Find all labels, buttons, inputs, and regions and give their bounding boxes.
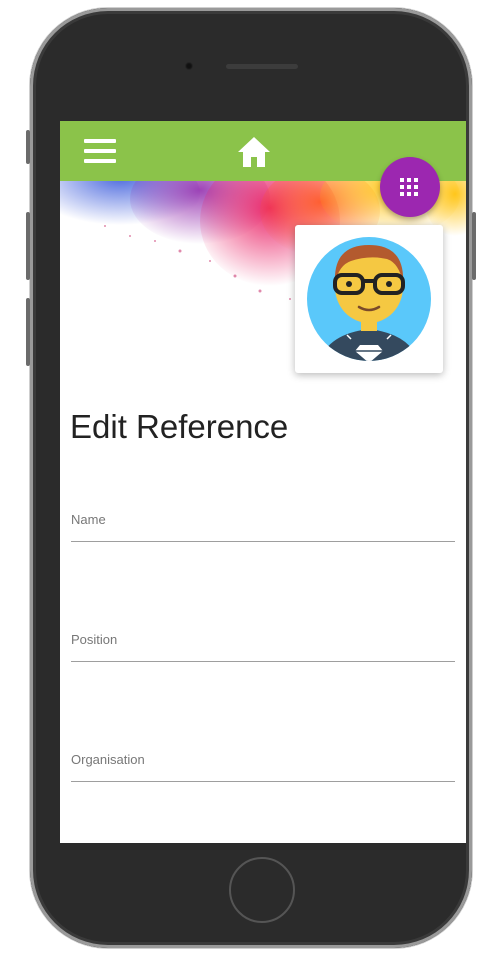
- position-field-underline: [71, 661, 455, 662]
- power-button: [472, 212, 476, 280]
- hamburger-menu-icon[interactable]: [84, 139, 116, 163]
- organisation-field[interactable]: Organisation: [71, 752, 455, 782]
- apps-fab-button[interactable]: [380, 157, 440, 217]
- name-field-underline: [71, 541, 455, 542]
- volume-up-button: [26, 212, 30, 280]
- app-screen: Edit Reference Name Position Organisatio…: [60, 121, 466, 843]
- position-field[interactable]: Position: [71, 632, 455, 662]
- profile-avatar-card[interactable]: [295, 225, 443, 373]
- name-field-label: Name: [71, 512, 106, 527]
- page-title: Edit Reference: [70, 408, 289, 445]
- avatar: [307, 237, 431, 361]
- volume-down-button: [26, 298, 30, 366]
- organisation-field-underline: [71, 781, 455, 782]
- earpiece-speaker: [226, 64, 298, 69]
- position-field-label: Position: [71, 632, 118, 647]
- organisation-field-label: Organisation: [71, 752, 145, 767]
- home-icon[interactable]: [236, 135, 272, 169]
- front-camera: [185, 62, 193, 70]
- mute-switch: [26, 130, 30, 164]
- name-field[interactable]: Name: [71, 512, 455, 542]
- grid-icon: [400, 178, 418, 196]
- home-hardware-button[interactable]: [229, 857, 295, 923]
